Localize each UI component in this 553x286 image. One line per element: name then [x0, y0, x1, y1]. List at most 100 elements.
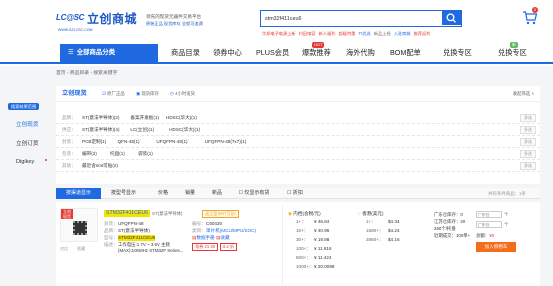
- qty-unit-2: 个: [504, 222, 509, 227]
- instock-checkbox[interactable]: ☐ 仅显示有货: [234, 188, 274, 199]
- filter-option[interactable]: 袋装(1): [138, 151, 153, 157]
- sidebar: 搜索结果范围 立创现货 立创订货 Digikey: [8, 100, 52, 180]
- hot-link[interactable]: 超级特惠: [339, 31, 356, 36]
- nav-item[interactable]: 海外代购: [346, 48, 375, 57]
- datasheet-link[interactable]: ▤数据手册: [192, 235, 215, 241]
- collect-label: 收藏: [220, 235, 230, 240]
- filter-multi-select[interactable]: 多选: [520, 162, 536, 170]
- qty-input-2[interactable]: [478, 222, 500, 227]
- price-value: $4.16: [388, 237, 400, 242]
- filter-multi-select[interactable]: 多选: [520, 138, 536, 146]
- spec-category[interactable]: 单片机(MCU/MPU/SOC): [206, 228, 256, 234]
- compare-link[interactable]: 对比: [60, 246, 68, 251]
- filter-multi-select[interactable]: 多选: [520, 150, 536, 158]
- tab-by-model[interactable]: 按型号显示: [101, 188, 146, 199]
- spec-desc: 工作电压:1.7V ~ 3.6V 主频(MAX):100MHz STM32F S…: [118, 242, 184, 253]
- filter-option[interactable]: 托盘(1): [110, 151, 125, 157]
- price-header-hk[interactable]: ○ 香港(美元): [358, 211, 384, 217]
- spec-desc-label: 描述：: [104, 242, 118, 247]
- brand-opt: ▣ 现货库存: [136, 91, 159, 97]
- sidebar-item-digikey[interactable]: Digikey: [16, 159, 34, 166]
- filter-row: 品牌： ST(意法半导体)(2) 备案开发板(1) HDSC(华大)(1) 多选: [56, 112, 540, 124]
- filter-multi-select[interactable]: 多选: [520, 126, 536, 134]
- filter-option[interactable]: PCB定制(1): [82, 139, 106, 145]
- logo-text: 立创商城: [87, 12, 138, 26]
- price-value: ¥ 20.0088: [314, 264, 335, 269]
- price-qty: 30+：: [296, 237, 309, 242]
- cart[interactable]: 0: [522, 7, 539, 26]
- sort-sales[interactable]: 销量: [179, 188, 201, 199]
- hot-link[interactable]: 村田电容: [299, 31, 316, 36]
- site-header: LC@SC 立创商城 WWW.SZLCSC.COM 领先的现货元器件交易平台 原…: [0, 0, 553, 44]
- hot-link[interactable]: 新品上线: [374, 31, 391, 36]
- product-image[interactable]: 立创 现货: [60, 208, 98, 242]
- hot-link[interactable]: TI优选: [359, 31, 371, 36]
- price-qty: 1000+：: [296, 264, 314, 269]
- price-qty: 1+：: [296, 219, 306, 224]
- filter-option[interactable]: QFN-48(1): [118, 139, 140, 145]
- divider: [282, 206, 283, 284]
- brand-opt: ◷ 4小时发货: [170, 91, 195, 97]
- main-content: 首页 › 商品目录 › 搜索关键字 搜索结果范围 立创现货 立创订货 Digik…: [0, 66, 553, 286]
- sort-new[interactable]: 新品: [206, 188, 228, 199]
- collect-link[interactable]: 收藏: [77, 246, 85, 251]
- spec-mfr-label: 型号：: [104, 235, 118, 240]
- datasheet-link-2[interactable]: ▤收藏: [216, 235, 230, 241]
- discount-checkbox[interactable]: ☐ 折扣: [282, 188, 308, 199]
- hot-link[interactable]: 新人福利: [319, 31, 336, 36]
- hot-link[interactable]: 推荐返利: [414, 31, 431, 36]
- filter-option[interactable]: HDSC(华大)(1): [166, 115, 197, 121]
- price-value: ¥ 19.88: [314, 237, 330, 242]
- slogan-line-2: 原装正品 现货库存 全程可追溯: [146, 20, 203, 26]
- price-header-cn[interactable]: ◉ 内档(含税/元): [288, 211, 321, 217]
- product-brand[interactable]: ST(意法半导体): [152, 211, 183, 217]
- filter-multi-select[interactable]: 多选: [520, 114, 536, 122]
- brand-opt-label: 现货库存: [141, 91, 159, 96]
- spec-package-label: 封装：: [104, 221, 118, 226]
- brand-opt-label: 原厂正品: [107, 91, 125, 96]
- coupon-1[interactable]: 领券 21-20: [192, 243, 219, 251]
- filter-option[interactable]: LC(立创)(1): [130, 127, 154, 133]
- add-to-cart-button[interactable]: 加入购物车: [476, 242, 516, 252]
- sidebar-item-lcsc-order[interactable]: 立创订货: [16, 141, 38, 148]
- all-categories-button[interactable]: ☰ 全部商品分类: [60, 44, 158, 62]
- nav-item[interactable]: BOM配单: [390, 48, 421, 57]
- sort-bar: 按渠道显示 按型号显示 价格 销量 新品 ☐ 仅显示有货 ☐ 折扣 共有条件商品…: [56, 188, 540, 199]
- breadcrumb-item[interactable]: 首页: [56, 71, 66, 76]
- filter-option[interactable]: UFQFPN-48(1): [156, 139, 187, 145]
- tab-by-channel[interactable]: 按渠道显示: [56, 188, 101, 199]
- logo[interactable]: LC@SC 立创商城 WWW.SZLCSC.COM: [56, 11, 156, 35]
- total-value: ¥0: [489, 233, 495, 238]
- nav-item[interactable]: PLUS会员: [256, 48, 289, 57]
- filter-option[interactable]: ST(意法半导体)(2): [82, 115, 120, 121]
- sort-price[interactable]: 价格: [152, 188, 174, 199]
- nav-item[interactable]: 爆款推荐: [302, 48, 331, 57]
- filter-option[interactable]: UFQFPN-48(7x7)(1): [205, 139, 247, 145]
- filter-option[interactable]: 编带(2): [82, 151, 97, 157]
- new-badge: 新: [510, 42, 518, 48]
- chip-image: [73, 221, 87, 235]
- nav-item[interactable]: 领券中心: [213, 48, 242, 57]
- product-name[interactable]: STM32F411CEU6: [104, 210, 150, 217]
- nav-item[interactable]: 兑换专区: [498, 48, 527, 57]
- collapse-filter[interactable]: 收起筛选 ˄: [513, 91, 534, 97]
- price-qty: 2860+：: [366, 237, 384, 242]
- breadcrumb-item[interactable]: 商品目录: [70, 71, 89, 76]
- search-input[interactable]: [265, 13, 435, 24]
- nav-item[interactable]: 兑换专区: [443, 48, 472, 57]
- price-qty: 1+：: [366, 219, 376, 224]
- breadcrumb: 首页 › 商品目录 › 搜索关键字: [56, 71, 117, 77]
- sidebar-item-lcsc-stock[interactable]: 立创现货: [16, 122, 38, 129]
- hot-link[interactable]: 华邦电子电源上新: [262, 31, 296, 36]
- collapse-label: 收起筛选: [512, 91, 531, 96]
- qty-input[interactable]: [478, 212, 500, 217]
- coupon-2[interactable]: 8.2 折: [220, 243, 238, 251]
- hot-link[interactable]: 入驻商城: [394, 31, 411, 36]
- filter-row: 封装： PCB定制(1) QFN-48(1) UFQFPN-48(1) UFQFPN-4…: [56, 136, 540, 148]
- filter-option[interactable]: 最近含smt可贴(2): [82, 163, 118, 169]
- filter-option[interactable]: HDSC(华大)(1): [169, 127, 200, 133]
- filter-option[interactable]: 备案开发板(1): [130, 115, 159, 121]
- filter-option[interactable]: ST(意法半导体)(4): [82, 127, 120, 133]
- search-button[interactable]: [442, 11, 461, 25]
- nav-item[interactable]: 商品目录: [171, 48, 200, 57]
